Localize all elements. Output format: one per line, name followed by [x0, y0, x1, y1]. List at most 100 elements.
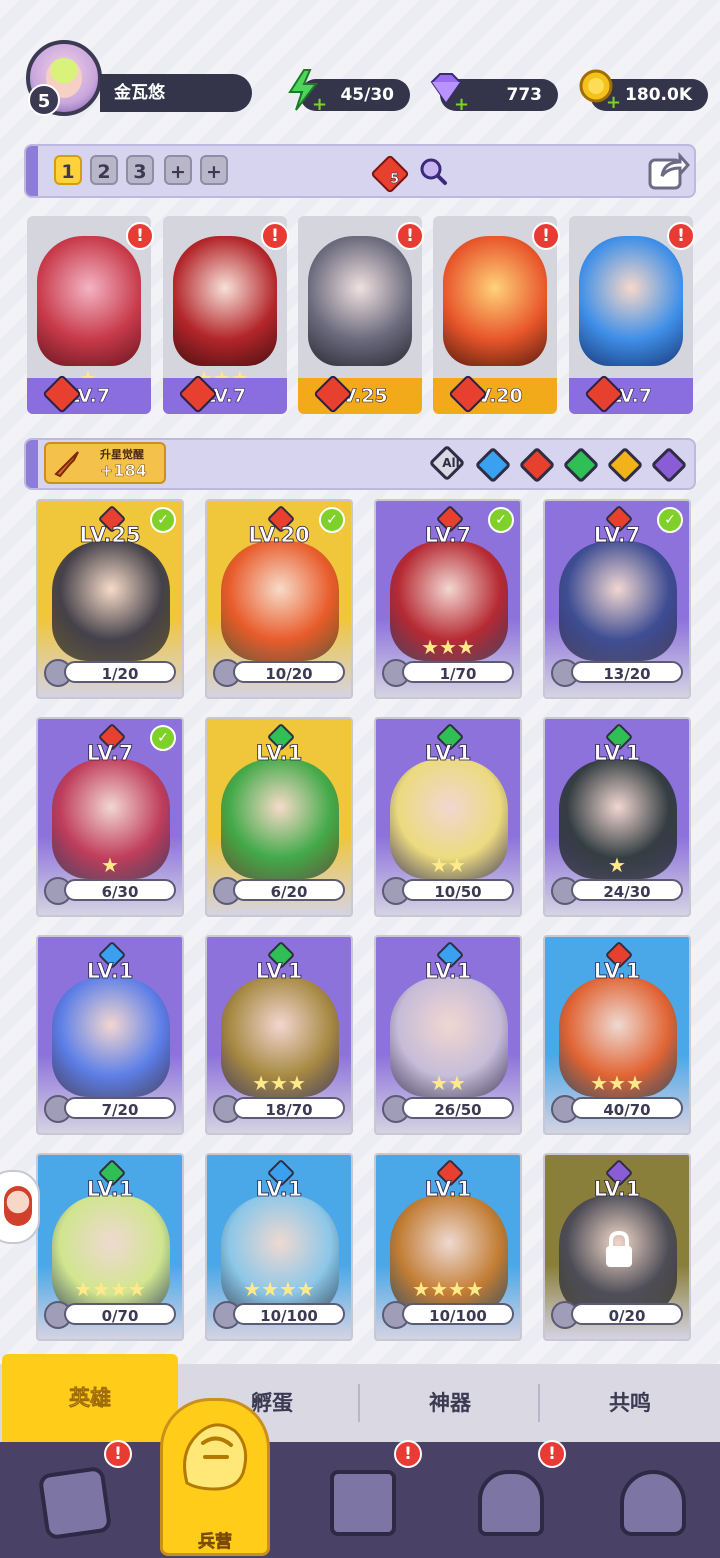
hero-portrait [173, 236, 277, 366]
mushroom-nav-button[interactable] [608, 1460, 698, 1550]
alert-icon: ! [538, 1440, 566, 1468]
cards-nav-button[interactable]: ! [30, 1440, 132, 1550]
hero-shard-progress: 13/20 [571, 661, 683, 683]
hero-level-label: LV.1 [593, 959, 641, 984]
hero-level-label: LV.1 [424, 1177, 472, 1202]
hero-card[interactable]: LV.7 ★★★ 1/70 ✓ [374, 499, 522, 699]
hero-shard-progress: 0/20 [571, 1303, 683, 1325]
hero-level-label: LV.1 [424, 959, 472, 984]
hero-card[interactable]: LV.1 ★★ 26/50 [374, 935, 522, 1135]
map-nav-button[interactable]: ! [318, 1440, 422, 1550]
floating-helper-avatar[interactable] [0, 1170, 40, 1244]
tab-divider [358, 1384, 360, 1422]
team-tab-add-1[interactable]: + [164, 155, 192, 185]
tab-resonance[interactable]: 共鸣 [542, 1364, 718, 1442]
hero-shard-progress: 7/20 [64, 1097, 176, 1119]
hero-stars: ★★★ [252, 1071, 306, 1095]
hero-portrait [52, 541, 170, 661]
team-selector-bar [24, 144, 696, 198]
team-tab-3[interactable]: 3 [126, 155, 154, 185]
hero-portrait [221, 759, 339, 879]
hero-card[interactable]: LV.1 ★★★★ 0/70 [36, 1153, 184, 1341]
energy-bolt-icon[interactable]: + [282, 68, 326, 112]
svg-text:+: + [312, 94, 326, 112]
hero-card[interactable]: LV.7 13/20 ✓ [543, 499, 691, 699]
hero-shard-progress: 24/30 [571, 879, 683, 901]
hero-portrait [443, 236, 547, 366]
barracks-icon [183, 1423, 248, 1491]
hero-level-label: LV.1 [86, 1177, 134, 1202]
hero-portrait [308, 236, 412, 366]
hero-shard-progress: 10/100 [233, 1303, 345, 1325]
hero-stars: ★★★ [590, 1071, 644, 1095]
castle-icon [478, 1470, 544, 1536]
hero-stars: ★ [608, 853, 626, 877]
gold-coin-icon[interactable]: + [576, 66, 620, 110]
svg-text:+: + [454, 94, 468, 112]
tab-heroes[interactable]: 英雄 [2, 1354, 178, 1442]
alert-icon: ! [396, 222, 424, 250]
upgrade-ready-check-icon: ✓ [488, 507, 514, 533]
hero-shard-progress: 0/70 [64, 1303, 176, 1325]
team-tab-2[interactable]: 2 [90, 155, 118, 185]
alert-icon: ! [104, 1440, 132, 1468]
awaken-label: 升星觉醒 [100, 448, 144, 461]
hero-card[interactable]: LV.20 10/20 ✓ [205, 499, 353, 699]
hero-stars: ★★★ [421, 635, 475, 659]
team-tab-add-2[interactable]: + [200, 155, 228, 185]
hero-card[interactable]: LV.1 6/20 [205, 717, 353, 917]
hero-shard-progress: 10/20 [233, 661, 345, 683]
hero-card[interactable]: LV.1 ★★★ 18/70 [205, 935, 353, 1135]
svg-text:+: + [606, 92, 620, 110]
star-awaken-button[interactable]: 升星觉醒 +184 [44, 442, 166, 484]
barracks-nav-button[interactable]: 兵营 [160, 1398, 270, 1556]
alert-icon: ! [261, 222, 289, 250]
team-tab-1[interactable]: 1 [54, 155, 82, 185]
tab-artifact[interactable]: 神器 [362, 1364, 538, 1442]
hero-card[interactable]: LV.1 7/20 [36, 935, 184, 1135]
hero-stars: ★★ [430, 853, 466, 877]
hero-shard-progress: 1/70 [402, 661, 514, 683]
gem-icon[interactable]: + [424, 68, 468, 112]
player-level-badge: 5 [28, 84, 60, 116]
hero-level-label: LV.1 [255, 959, 303, 984]
hero-portrait [37, 236, 141, 366]
hero-stars: ★★★★ [412, 1277, 484, 1301]
hero-shard-progress: 26/50 [402, 1097, 514, 1119]
hero-level-label: LV.1 [593, 741, 641, 766]
hero-shard-progress: 1/20 [64, 661, 176, 683]
hero-level-label: LV.1 [255, 1177, 303, 1202]
hero-card[interactable]: LV.7 ★ 6/30 ✓ [36, 717, 184, 917]
hero-shard-progress: 6/20 [233, 879, 345, 901]
hero-card[interactable]: LV.1 ★★★★ 10/100 [205, 1153, 353, 1341]
hero-level-label: LV.1 [86, 959, 134, 984]
castle-nav-button[interactable]: ! [466, 1440, 566, 1550]
hero-card[interactable]: LV.1 ★ 24/30 [543, 717, 691, 917]
tab-divider [538, 1384, 540, 1422]
hero-portrait [559, 541, 677, 661]
hero-shard-progress: 18/70 [233, 1097, 345, 1119]
upgrade-ready-check-icon: ✓ [150, 507, 176, 533]
share-icon[interactable] [646, 150, 690, 192]
hero-card[interactable]: LV.1 ★★ 10/50 [374, 717, 522, 917]
hero-shard-progress: 10/100 [402, 1303, 514, 1325]
cards-icon [37, 1465, 113, 1541]
fire-element-count: 5 [390, 172, 400, 188]
hero-card[interactable]: LV.25 1/20 ✓ [36, 499, 184, 699]
filter-all[interactable]: All [428, 444, 466, 482]
search-icon[interactable] [418, 156, 448, 186]
hero-portrait [221, 541, 339, 661]
hero-card[interactable]: LV.1 0/20 [543, 1153, 691, 1341]
hero-shard-progress: 10/50 [402, 879, 514, 901]
alert-icon: ! [394, 1440, 422, 1468]
alert-icon: ! [667, 222, 695, 250]
hero-card[interactable]: LV.1 ★★★ 40/70 [543, 935, 691, 1135]
hero-portrait [52, 977, 170, 1097]
upgrade-ready-check-icon: ✓ [657, 507, 683, 533]
upgrade-ready-check-icon: ✓ [319, 507, 345, 533]
hero-portrait [579, 236, 683, 366]
lock-icon [606, 1231, 632, 1267]
hero-card[interactable]: LV.1 ★★★★ 10/100 [374, 1153, 522, 1341]
hero-level-label: LV.1 [593, 1177, 641, 1202]
upgrade-ready-check-icon: ✓ [150, 725, 176, 751]
